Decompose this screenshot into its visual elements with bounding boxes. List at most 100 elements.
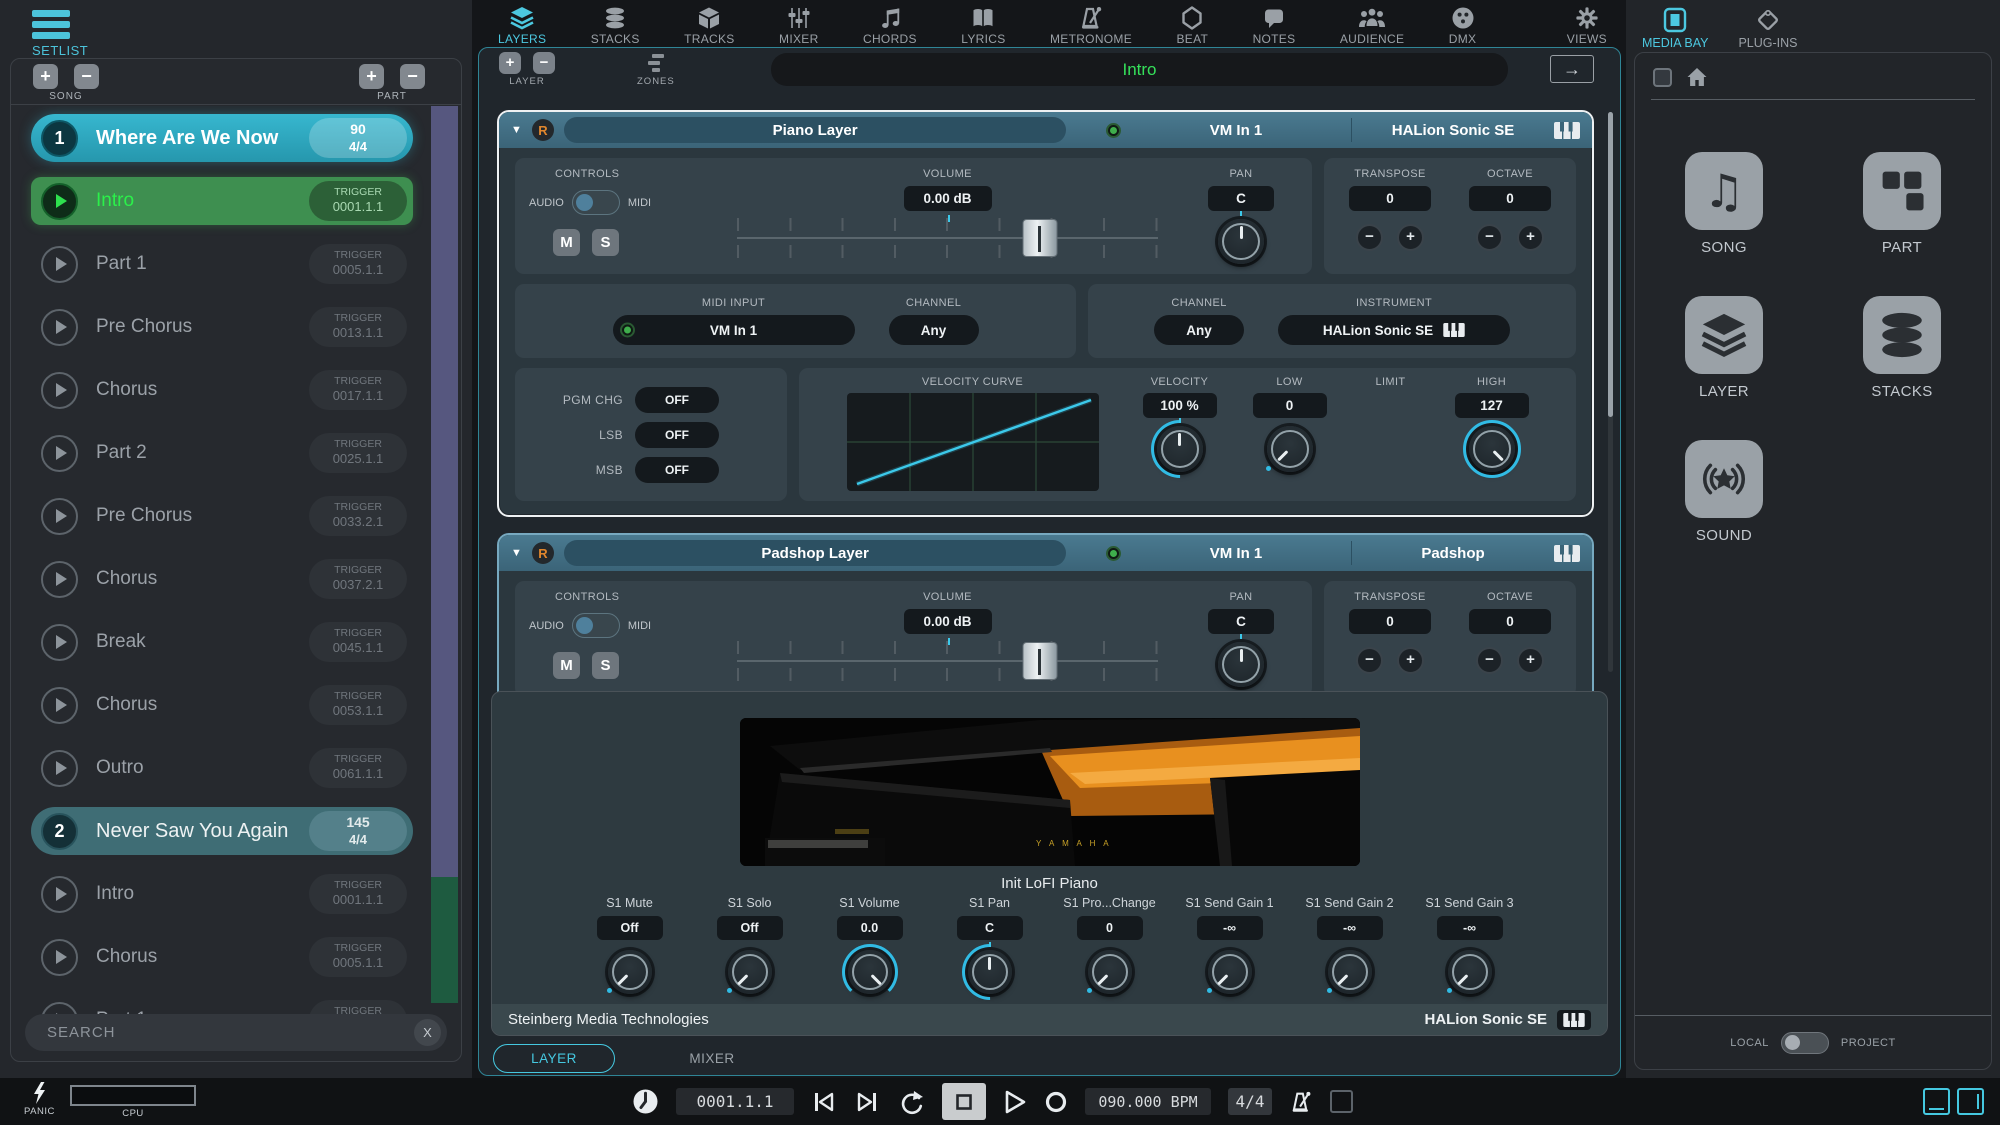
layer-instrument-label[interactable]: HALion Sonic SE: [1362, 122, 1544, 139]
metronome-click-icon[interactable]: [1289, 1090, 1313, 1114]
transpose-plus-button[interactable]: +: [1397, 647, 1424, 674]
low-knob[interactable]: [1265, 426, 1313, 472]
param-knob[interactable]: [726, 950, 772, 994]
play-button[interactable]: 1: [41, 119, 78, 157]
zones-group[interactable]: ZONES: [637, 52, 675, 87]
octave-minus-button[interactable]: −: [1476, 647, 1503, 674]
skip-back-icon[interactable]: [811, 1089, 837, 1115]
setlist-item[interactable]: Chorus TRIGGER 0053.1.1: [31, 681, 413, 729]
precount-checkbox[interactable]: [1330, 1090, 1353, 1113]
add-song-button[interactable]: +: [33, 64, 58, 89]
skip-forward-icon[interactable]: [854, 1089, 880, 1115]
solo-button[interactable]: S: [592, 229, 619, 256]
item-badge[interactable]: TRIGGER 0033.2.1: [309, 496, 407, 536]
item-badge[interactable]: TRIGGER 0045.1.1: [309, 622, 407, 662]
setlist-item[interactable]: Pre Chorus TRIGGER 0033.2.1: [31, 492, 413, 540]
setlist-item[interactable]: Outro TRIGGER 0061.1.1: [31, 744, 413, 792]
volume-fader[interactable]: [737, 215, 1159, 261]
scrollbar-thumb[interactable]: [1608, 112, 1613, 417]
param-value[interactable]: C: [956, 916, 1023, 940]
param-value[interactable]: Off: [716, 916, 783, 940]
item-badge[interactable]: TRIGGER 0005.1.1: [309, 244, 407, 284]
pan-knob[interactable]: [1218, 633, 1264, 687]
remove-part-button[interactable]: −: [400, 64, 425, 89]
play-button[interactable]: [41, 371, 78, 409]
mute-button[interactable]: M: [553, 652, 580, 679]
tab-media-bay[interactable]: MEDIA BAY: [1642, 7, 1708, 50]
setlist-item[interactable]: Part 2 TRIGGER 0025.1.1: [31, 429, 413, 477]
tab-stacks[interactable]: STACKS: [591, 6, 640, 46]
media-tile-song[interactable]: ♫ SONG: [1685, 152, 1763, 256]
setlist-item[interactable]: Break TRIGGER 0045.1.1: [31, 618, 413, 666]
param-value[interactable]: -∞: [1436, 916, 1503, 940]
record-arm-button[interactable]: R: [531, 119, 554, 141]
param-value[interactable]: -∞: [1196, 916, 1263, 940]
media-tile-layer[interactable]: LAYER: [1685, 296, 1763, 400]
layer-instrument-label[interactable]: Padshop: [1362, 545, 1544, 562]
layers-scrollbar[interactable]: [1608, 112, 1613, 672]
play-button[interactable]: [41, 434, 78, 472]
velocity-value[interactable]: 100 %: [1142, 393, 1217, 418]
tab-tracks[interactable]: TRACKS: [684, 6, 734, 46]
msb-value[interactable]: OFF: [635, 456, 719, 483]
param-knob[interactable]: [1086, 950, 1132, 994]
pan-value[interactable]: C: [1208, 609, 1274, 634]
layer-panel-piano[interactable]: ▼ R Piano Layer VM In 1 HALion Sonic SE: [497, 110, 1594, 517]
tab-dmx[interactable]: DMX: [1449, 6, 1477, 46]
play-button[interactable]: 2: [41, 812, 78, 850]
local-project-toggle[interactable]: [1780, 1031, 1829, 1054]
home-icon[interactable]: [1686, 67, 1708, 87]
add-layer-button[interactable]: +: [499, 52, 521, 74]
setlist-item[interactable]: Chorus TRIGGER 0037.2.1: [31, 555, 413, 603]
tab-mixer-editor[interactable]: MIXER: [651, 1044, 773, 1073]
panic-button[interactable]: PANIC: [24, 1082, 55, 1117]
toggle-right-zone-button[interactable]: [1957, 1088, 1984, 1115]
octave-plus-button[interactable]: +: [1517, 224, 1544, 251]
in-channel-select[interactable]: Any: [888, 315, 979, 345]
layer-name-field[interactable]: Padshop Layer: [563, 540, 1067, 566]
item-badge[interactable]: TRIGGER 0025.1.1: [309, 433, 407, 473]
high-value[interactable]: 127: [1454, 393, 1529, 418]
setlist-item[interactable]: Intro TRIGGER 0001.1.1: [31, 870, 413, 918]
pan-value[interactable]: C: [1208, 186, 1274, 211]
item-badge[interactable]: TRIGGER 0017.1.1: [309, 370, 407, 410]
tab-audience[interactable]: AUDIENCE: [1340, 6, 1404, 46]
toggle-bottom-zone-button[interactable]: [1923, 1088, 1950, 1115]
tab-plug-ins[interactable]: PLUG-INS: [1738, 7, 1798, 50]
mute-button[interactable]: M: [553, 229, 580, 256]
out-channel-select[interactable]: Any: [1154, 315, 1245, 345]
current-part-bar[interactable]: Intro: [771, 53, 1508, 86]
play-button[interactable]: [41, 938, 78, 976]
collapse-triangle-icon[interactable]: ▼: [511, 124, 522, 136]
media-tile-stacks[interactable]: STACKS: [1863, 296, 1941, 400]
volume-fader[interactable]: [737, 638, 1159, 684]
piano-keys-icon[interactable]: [1554, 544, 1580, 562]
setlist-menu-icon[interactable]: [32, 10, 472, 39]
collapse-triangle-icon[interactable]: ▼: [511, 547, 522, 559]
high-knob[interactable]: [1462, 420, 1521, 478]
param-knob[interactable]: [1446, 950, 1492, 994]
tab-layer-editor[interactable]: LAYER: [493, 1044, 615, 1073]
piano-keys-icon[interactable]: [1554, 121, 1580, 139]
octave-value[interactable]: 0: [1469, 609, 1551, 634]
play-button[interactable]: [41, 686, 78, 724]
param-knob[interactable]: [1326, 950, 1372, 994]
play-button[interactable]: [41, 875, 78, 913]
clock-icon[interactable]: [632, 1088, 659, 1115]
tab-views[interactable]: VIEWS: [1567, 6, 1607, 46]
audio-midi-toggle[interactable]: [571, 613, 620, 638]
lsb-value[interactable]: OFF: [635, 421, 719, 448]
fader-handle[interactable]: [1022, 219, 1058, 257]
item-badge[interactable]: TRIGGER 0013.1.1: [309, 307, 407, 347]
octave-plus-button[interactable]: +: [1517, 647, 1544, 674]
item-badge[interactable]: TRIGGER 0001.1.1: [309, 874, 407, 914]
remove-layer-button[interactable]: −: [533, 52, 555, 74]
stop-button[interactable]: [942, 1083, 986, 1120]
solo-button[interactable]: S: [592, 652, 619, 679]
tab-metronome[interactable]: METRONOME: [1050, 6, 1132, 46]
item-badge[interactable]: TRIGGER 0001.1.1: [309, 181, 407, 221]
play-button[interactable]: [41, 560, 78, 598]
play-button[interactable]: [41, 308, 78, 346]
item-badge[interactable]: TRIGGER 0061.1.1: [309, 748, 407, 788]
search-input[interactable]: [47, 1024, 414, 1041]
